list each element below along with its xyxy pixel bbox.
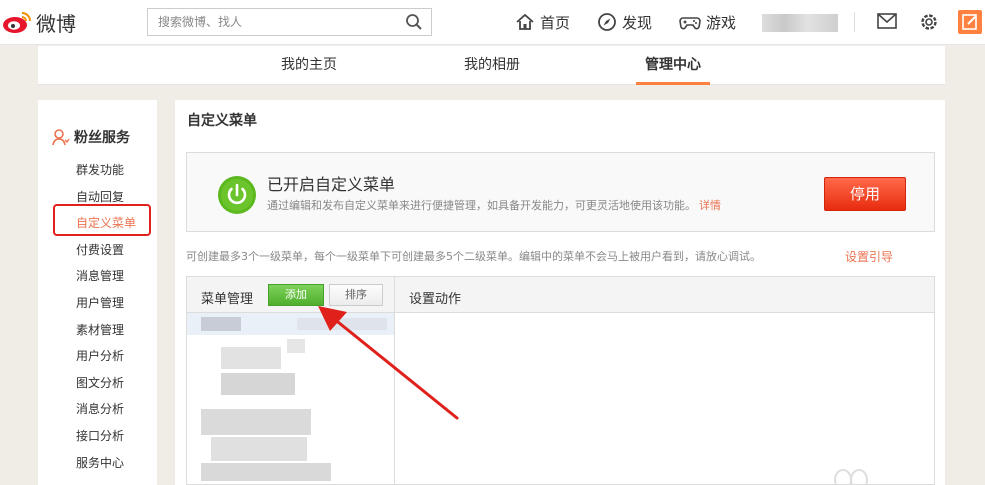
divider <box>854 12 855 32</box>
weibo-logo-icon <box>3 12 31 33</box>
sidebar-item-cutoff <box>76 479 80 485</box>
sidebar: 粉丝服务 群发功能 自动回复 自定义菜单 付费设置 消息管理 用户管理 素材管理… <box>38 100 157 485</box>
nav-home[interactable]: 首页 <box>515 10 570 34</box>
disable-button[interactable]: 停用 <box>824 177 906 211</box>
gamepad-icon <box>679 17 701 30</box>
sidebar-section-title: 粉丝服务 <box>52 127 130 147</box>
menu-item-selected-blurred[interactable] <box>187 313 394 335</box>
compose-button[interactable] <box>958 10 982 34</box>
status-description-line: 通过编辑和发布自定义菜单来进行便捷管理，如具备开发能力，可更灵活地使用该功能。详… <box>267 197 721 213</box>
weibo-logo[interactable]: 微博 <box>2 8 76 36</box>
blurred-menu-item[interactable] <box>201 409 311 435</box>
blurred-menu-item[interactable] <box>211 437 307 461</box>
menu-management-label: 菜单管理 <box>201 292 254 307</box>
watermark-icon <box>834 469 868 485</box>
sidebar-item-message-analytics[interactable]: 消息分析 <box>76 400 124 417</box>
menu-management-header: 菜单管理 添加 排序 <box>187 277 395 313</box>
detail-link[interactable]: 详情 <box>699 199 721 212</box>
home-icon <box>516 13 534 30</box>
sidebar-item-post-analytics[interactable]: 图文分析 <box>76 374 124 391</box>
fans-icon <box>52 129 70 146</box>
blurred-menu-item[interactable] <box>221 373 295 395</box>
power-icon <box>218 176 256 214</box>
tab-my-album[interactable]: 我的相册 <box>455 46 529 85</box>
sidebar-item-material-management[interactable]: 素材管理 <box>76 321 124 338</box>
sidebar-item-payment-settings[interactable]: 付费设置 <box>76 241 124 258</box>
search-icon[interactable] <box>405 13 423 31</box>
profile-tabs: 我的主页 我的相册 管理中心 <box>38 46 945 85</box>
search-box <box>147 8 432 36</box>
sidebar-item-service-center[interactable]: 服务中心 <box>76 454 124 471</box>
blurred-text <box>287 339 305 353</box>
blurred-menu-item[interactable] <box>201 463 331 481</box>
search-input[interactable] <box>148 9 388 35</box>
logo-text: 微博 <box>36 11 76 36</box>
sidebar-item-auto-reply[interactable]: 自动回复 <box>76 188 124 205</box>
set-action-label: 设置动作 <box>409 292 462 307</box>
sidebar-item-api-analytics[interactable]: 接口分析 <box>76 427 124 444</box>
nav-home-label: 首页 <box>540 13 571 32</box>
compass-icon <box>598 13 616 31</box>
top-navigation-bar: 微博 首页 发现 游戏 <box>0 0 985 45</box>
menu-limits-notice: 可创建最多3个一级菜单，每个一级菜单下可创建最多5个二级菜单。编辑中的菜单不会马… <box>186 250 761 263</box>
main-content: 自定义菜单 已开启自定义菜单 通过编辑和发布自定义菜单来进行便捷管理，如具备开发… <box>175 100 945 485</box>
setup-guide-link[interactable]: 设置引导 <box>845 248 893 265</box>
mail-icon[interactable] <box>877 13 897 29</box>
nav-discover[interactable]: 发现 <box>597 10 652 34</box>
add-menu-button[interactable]: 添加 <box>268 284 324 306</box>
nav-games[interactable]: 游戏 <box>679 10 736 34</box>
status-description: 通过编辑和发布自定义菜单来进行便捷管理，如具备开发能力，可更灵活地使用该功能。 <box>267 199 696 212</box>
annotation-highlight-box <box>53 204 151 236</box>
sidebar-item-user-analytics[interactable]: 用户分析 <box>76 347 124 364</box>
menu-panel-header: 菜单管理 添加 排序 设置动作 <box>187 277 934 313</box>
username-blurred[interactable] <box>762 14 838 32</box>
compose-icon <box>962 14 977 30</box>
nav-discover-label: 发现 <box>622 13 653 32</box>
gear-icon[interactable] <box>918 11 940 33</box>
menu-status-box: 已开启自定义菜单 通过编辑和发布自定义菜单来进行便捷管理，如具备开发能力，可更灵… <box>186 152 935 232</box>
sidebar-section-label: 粉丝服务 <box>74 130 130 146</box>
blurred-text <box>297 318 387 330</box>
status-heading: 已开启自定义菜单 <box>267 175 396 194</box>
sidebar-item-message-management[interactable]: 消息管理 <box>76 267 124 284</box>
sort-menu-button[interactable]: 排序 <box>329 284 383 306</box>
blurred-menu-item[interactable] <box>221 347 281 369</box>
page-title: 自定义菜单 <box>187 113 257 129</box>
tab-management-center[interactable]: 管理中心 <box>636 46 710 85</box>
nav-games-label: 游戏 <box>706 13 737 32</box>
blurred-text <box>201 317 241 331</box>
menu-item-list <box>187 313 395 484</box>
sidebar-item-user-management[interactable]: 用户管理 <box>76 294 124 311</box>
sidebar-item-mass-send[interactable]: 群发功能 <box>76 161 124 178</box>
menu-editor-panel: 菜单管理 添加 排序 设置动作 <box>186 276 935 485</box>
tab-my-home[interactable]: 我的主页 <box>272 46 346 85</box>
